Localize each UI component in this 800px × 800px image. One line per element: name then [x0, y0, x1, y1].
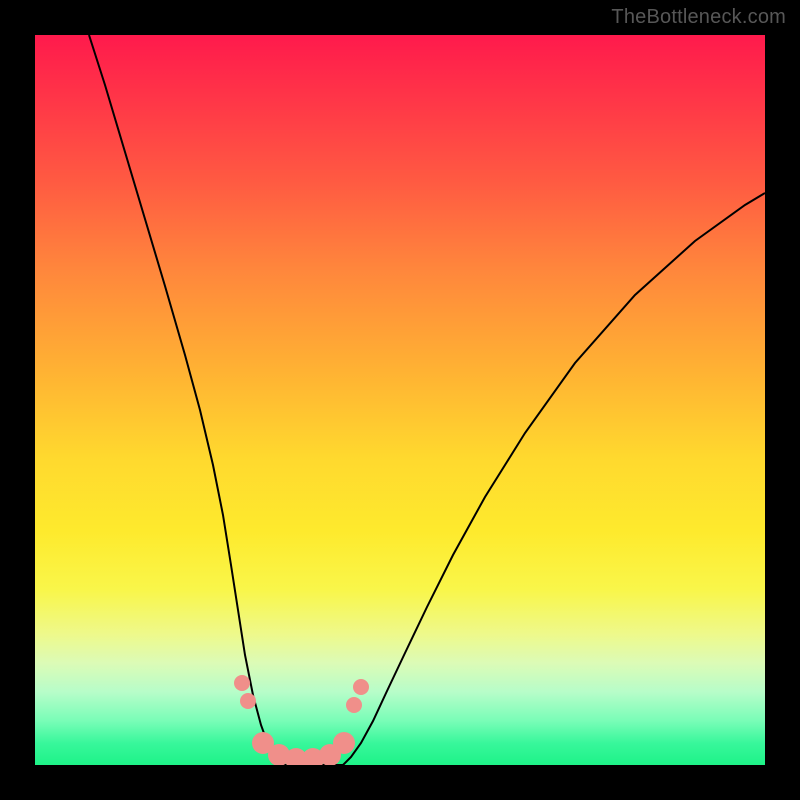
marker-dot	[353, 679, 369, 695]
marker-group	[234, 675, 369, 765]
chart-plot-area	[35, 35, 765, 765]
marker-dot	[240, 693, 256, 709]
curve-group	[89, 35, 765, 765]
watermark-text: TheBottleneck.com	[611, 6, 786, 29]
bottleneck-curve	[89, 35, 765, 765]
chart-svg	[35, 35, 765, 765]
marker-dot	[346, 697, 362, 713]
marker-dot	[234, 675, 250, 691]
marker-dot	[333, 732, 355, 754]
